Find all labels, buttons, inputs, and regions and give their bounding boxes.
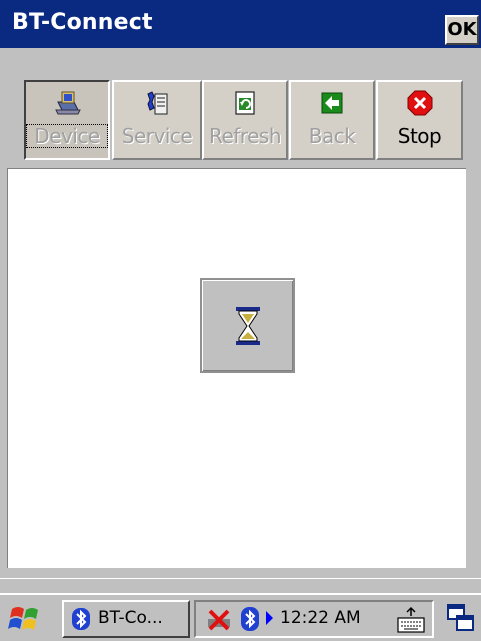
service-button-label: Service — [121, 124, 193, 148]
disconnected-network-icon[interactable] — [204, 607, 234, 633]
bluetooth-icon — [72, 608, 90, 630]
refresh-icon — [235, 91, 255, 115]
taskbar-button-label: BT-Co... — [98, 608, 163, 628]
window-title: BT-Connect — [12, 10, 153, 35]
service-icon — [147, 91, 168, 115]
windows-flag-icon[interactable] — [6, 601, 46, 637]
device-button[interactable]: Device — [24, 80, 110, 160]
stop-button[interactable]: Stop — [376, 80, 463, 160]
system-tray: 12:22 AM — [194, 600, 434, 638]
taskbar-button-bt-connect[interactable]: BT-Co... — [62, 600, 190, 638]
back-button-label: Back — [308, 124, 356, 148]
stop-icon — [407, 90, 432, 116]
bluetooth-icon[interactable] — [240, 606, 260, 632]
back-button[interactable]: Back — [289, 80, 375, 160]
title-bar: BT-Connect OK — [0, 0, 481, 48]
busy-indicator — [200, 278, 295, 373]
keyboard-icon[interactable] — [396, 606, 426, 634]
hourglass-icon — [236, 307, 260, 345]
taskbar: BT-Co... 12:22 AM — [0, 593, 481, 641]
service-button[interactable]: Service — [112, 80, 202, 160]
stop-button-label: Stop — [397, 124, 442, 148]
scrollbar-gutter — [466, 168, 481, 578]
device-laptop-icon — [55, 91, 81, 115]
clock[interactable]: 12:22 AM — [280, 608, 361, 628]
ok-button[interactable]: OK — [445, 15, 479, 45]
tray-expand-arrow-icon[interactable] — [266, 611, 273, 625]
device-button-label: Device — [26, 124, 108, 148]
status-strip — [0, 578, 481, 593]
refresh-button-label: Refresh — [208, 124, 282, 148]
window-switch-icon[interactable] — [446, 603, 476, 633]
back-arrow-icon — [321, 92, 343, 114]
refresh-button[interactable]: Refresh — [202, 80, 288, 160]
